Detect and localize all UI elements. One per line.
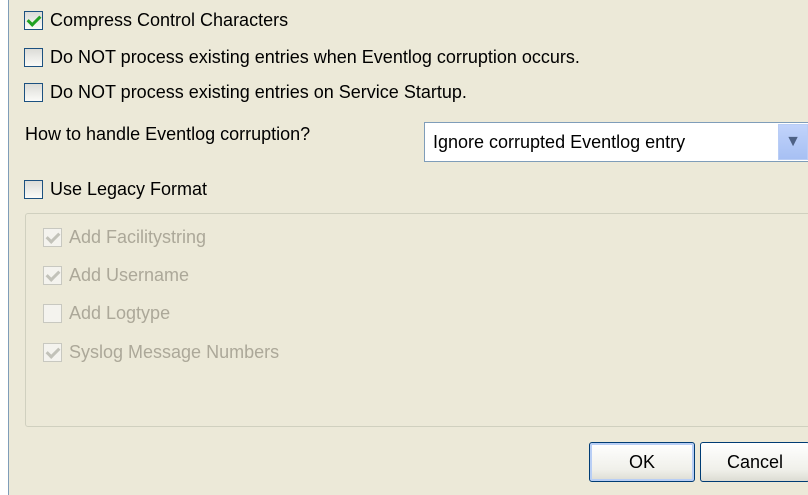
- add-facility-checkbox: [43, 227, 62, 247]
- syslog-numbers-label: Syslog Message Numbers: [69, 341, 280, 362]
- add-username-label: Add Username: [69, 264, 190, 285]
- corruption-handling-value: Ignore corrupted Eventlog entry: [433, 131, 686, 152]
- chevron-down-icon[interactable]: ▼: [778, 124, 808, 160]
- compress-control-option[interactable]: Compress Control Characters: [24, 6, 288, 34]
- panel-edge: [0, 0, 9, 495]
- corruption-question-label: How to handle Eventlog corruption?: [25, 124, 311, 144]
- corruption-handling-select[interactable]: Ignore corrupted Eventlog entry ▼: [424, 122, 808, 162]
- use-legacy-label: Use Legacy Format: [50, 178, 208, 199]
- add-logtype-label: Add Logtype: [69, 302, 171, 323]
- add-username-checkbox: [43, 265, 62, 285]
- syslog-numbers-checkbox: [43, 342, 62, 362]
- no-process-corruption-label: Do NOT process existing entries when Eve…: [50, 46, 580, 67]
- no-process-startup-option[interactable]: Do NOT process existing entries on Servi…: [24, 78, 467, 106]
- compress-control-label: Compress Control Characters: [50, 9, 289, 30]
- add-facility-label: Add Facilitystring: [69, 226, 207, 247]
- no-process-startup-label: Do NOT process existing entries on Servi…: [50, 81, 467, 102]
- no-process-corruption-checkbox[interactable]: [24, 47, 43, 67]
- no-process-startup-checkbox[interactable]: [24, 82, 43, 102]
- cancel-button[interactable]: Cancel: [700, 442, 808, 482]
- add-logtype-checkbox: [43, 303, 62, 323]
- no-process-corruption-option[interactable]: Do NOT process existing entries when Eve…: [24, 43, 580, 71]
- add-username-option: Add Username: [43, 261, 189, 289]
- use-legacy-option[interactable]: Use Legacy Format: [24, 175, 207, 203]
- add-logtype-option: Add Logtype: [43, 299, 170, 327]
- compress-control-checkbox[interactable]: [24, 10, 43, 30]
- use-legacy-checkbox[interactable]: [24, 179, 43, 199]
- add-facility-option: Add Facilitystring: [43, 223, 206, 251]
- ok-button[interactable]: OK: [589, 442, 695, 482]
- syslog-numbers-option: Syslog Message Numbers: [43, 338, 279, 366]
